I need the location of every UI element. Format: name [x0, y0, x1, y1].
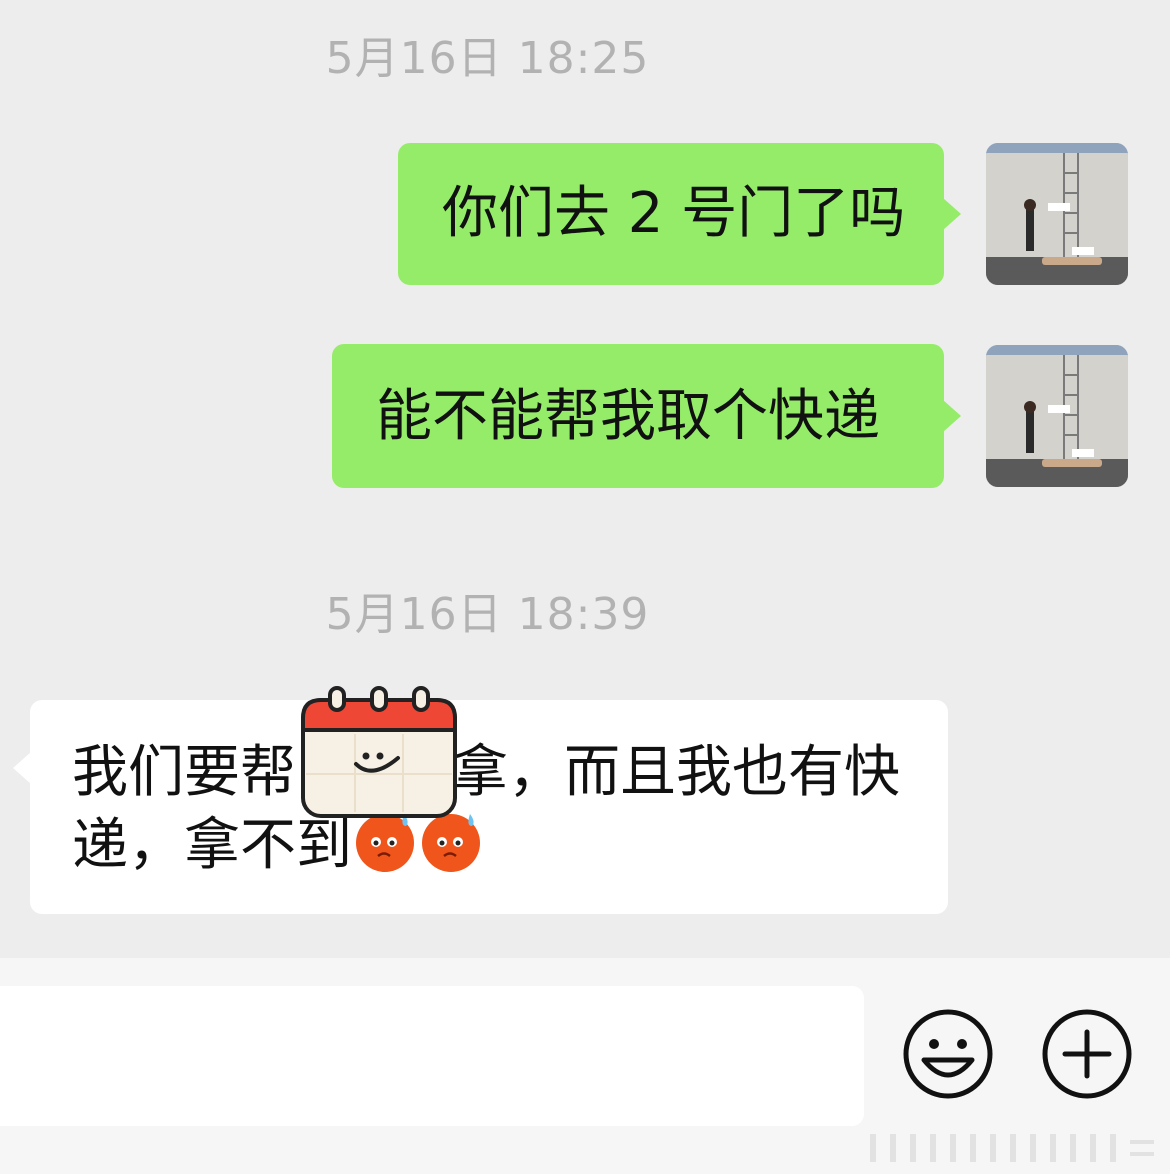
- message-bubble-outgoing[interactable]: 你们去 2 号门了吗: [398, 143, 961, 285]
- message-text: 能不能帮我取个快递: [376, 384, 880, 449]
- calendar-smile-sticker: [301, 686, 457, 818]
- message-text: 拿，而且我也有快: [452, 740, 900, 805]
- message-bubble-outgoing[interactable]: 能不能帮我取个快递: [332, 344, 961, 488]
- message-text: 你们去 2 号门了吗: [442, 181, 906, 246]
- avatar[interactable]: [986, 143, 1128, 285]
- smiley-icon[interactable]: [902, 1008, 994, 1100]
- watermark: [870, 1134, 1154, 1162]
- message-text: 我们要帮: [72, 740, 296, 805]
- timestamp: 5月16日 18:39: [325, 589, 650, 640]
- message-bubble-incoming[interactable]: 我们要帮 拿，而且我也有快 递，拿不到: [13, 700, 948, 914]
- message-line-2: 递，拿不到: [72, 808, 918, 881]
- timestamp: 5月16日 18:25: [325, 33, 650, 84]
- avatar[interactable]: [986, 345, 1128, 487]
- message-text: 递，拿不到: [72, 813, 352, 878]
- message-line-1: 我们要帮 拿，而且我也有快: [72, 738, 918, 808]
- plus-icon[interactable]: [1041, 1008, 1133, 1100]
- message-input[interactable]: [0, 986, 864, 1126]
